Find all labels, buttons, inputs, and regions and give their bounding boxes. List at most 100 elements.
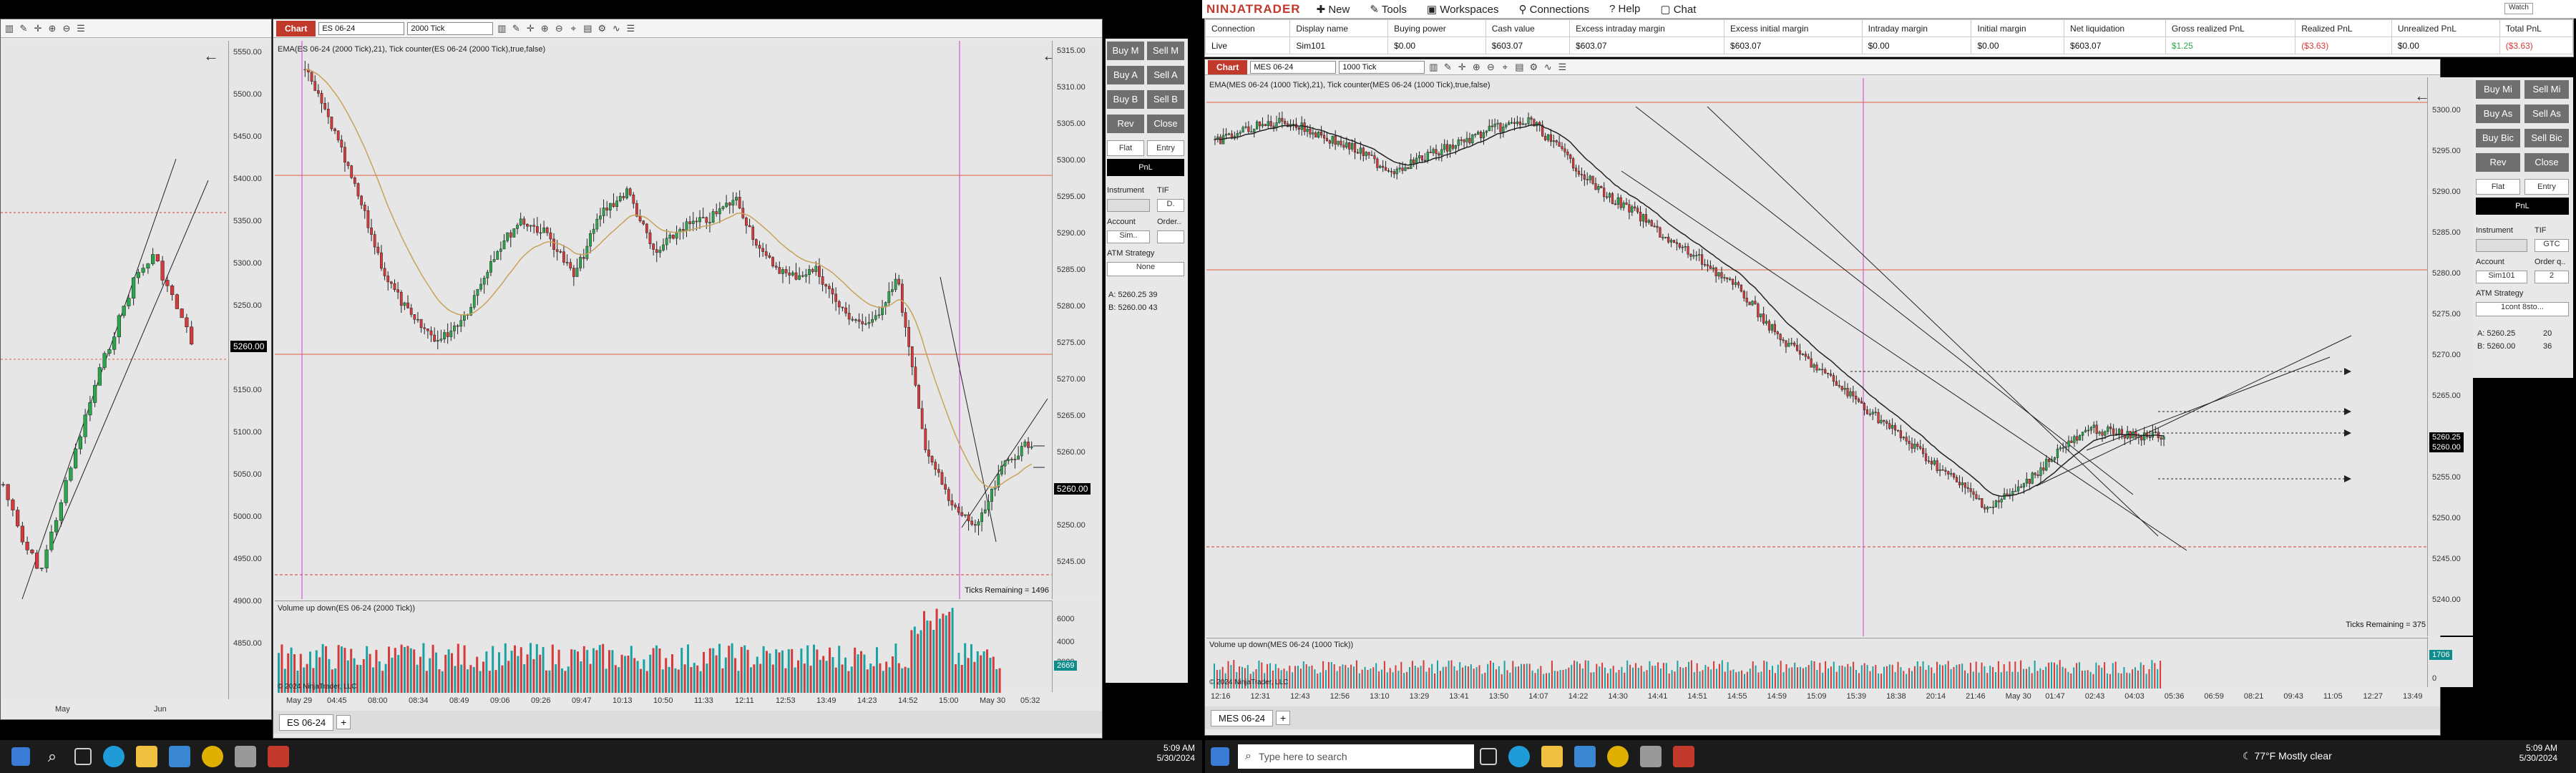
account-column-header[interactable]: Unrealized PnL bbox=[2391, 19, 2500, 37]
zoom-out-icon[interactable]: ⊖ bbox=[553, 23, 565, 34]
account-column-header[interactable]: Excess initial margin bbox=[1724, 19, 1863, 37]
account-selector[interactable]: Sim101 bbox=[2476, 271, 2527, 283]
weather-widget[interactable]: ☾ 77°F Mostly clear bbox=[2243, 750, 2332, 762]
ninjatrader-icon[interactable] bbox=[1673, 746, 1694, 767]
right-price-plot[interactable]: EMA(MES 06-24 (1000 Tick),21), Tick coun… bbox=[1206, 78, 2430, 636]
strategies-icon[interactable]: ⚙ bbox=[596, 23, 608, 34]
properties-icon[interactable]: ☰ bbox=[625, 23, 636, 34]
reverse-button[interactable]: Rev bbox=[1107, 115, 1144, 133]
templates-icon[interactable]: ▤ bbox=[1513, 62, 1525, 73]
bar-type-icon[interactable]: ▥ bbox=[4, 23, 15, 34]
indicators-icon[interactable]: ∿ bbox=[1542, 62, 1553, 73]
instrument-field[interactable] bbox=[2476, 239, 2527, 252]
crosshair-icon[interactable]: ✛ bbox=[525, 23, 536, 34]
properties-icon[interactable]: ☰ bbox=[1556, 62, 1568, 73]
chart-tab[interactable]: Chart bbox=[276, 20, 316, 37]
account-column-header[interactable]: Total PnL bbox=[2499, 19, 2574, 37]
order-qty-field[interactable] bbox=[1157, 230, 1184, 243]
task-view-icon[interactable] bbox=[74, 748, 92, 765]
interval-selector[interactable]: 1000 Tick bbox=[1339, 60, 1425, 74]
task-view-icon[interactable] bbox=[1480, 748, 1497, 765]
account-cell[interactable]: $603.07 bbox=[2064, 37, 2166, 54]
zoom-out-icon[interactable]: ⊖ bbox=[1485, 62, 1496, 73]
account-cell[interactable]: $603.07 bbox=[1724, 37, 1863, 54]
account-column-header[interactable]: Net liquidation bbox=[2064, 19, 2166, 37]
account-cell[interactable]: ($3.63) bbox=[2295, 37, 2392, 54]
zoom-in-icon[interactable]: ⊕ bbox=[1470, 62, 1482, 73]
account-column-header[interactable]: Excess intraday margin bbox=[1569, 19, 1725, 37]
watch-button[interactable]: Watch bbox=[2504, 3, 2533, 14]
mid-price-plot[interactable]: EMA(ES 06-24 (2000 Tick),21), Tick count… bbox=[275, 41, 1058, 599]
ninjatrader-icon[interactable] bbox=[268, 746, 289, 767]
atm-selector[interactable]: 1cont 8sto... bbox=[2476, 302, 2569, 316]
crosshair-icon[interactable]: ✛ bbox=[1456, 62, 1468, 73]
crosshair-icon[interactable]: ✛ bbox=[32, 23, 44, 34]
account-cell[interactable]: $0.00 bbox=[1861, 37, 1972, 54]
buy-bid-button[interactable]: Buy Bic bbox=[2476, 129, 2520, 147]
account-column-header[interactable]: Intraday margin bbox=[1861, 19, 1972, 37]
strategies-icon[interactable]: ⚙ bbox=[1528, 62, 1539, 73]
bar-type-icon[interactable]: ▥ bbox=[1428, 62, 1439, 73]
file-explorer-icon[interactable] bbox=[136, 746, 157, 767]
instrument-selector[interactable]: ES 06-24 bbox=[318, 21, 405, 35]
store-icon[interactable] bbox=[169, 746, 190, 767]
interval-selector[interactable]: 2000 Tick bbox=[407, 21, 494, 35]
account-column-header[interactable]: Display name bbox=[1289, 19, 1389, 37]
menu-connections[interactable]: ⚲ Connections bbox=[1518, 3, 1589, 16]
search-icon[interactable]: ⌕ bbox=[42, 746, 63, 767]
file-explorer-icon[interactable] bbox=[1541, 746, 1563, 767]
chrome-icon[interactable] bbox=[202, 746, 223, 767]
sell-bid-button[interactable]: Sell B bbox=[1147, 90, 1184, 109]
account-cell[interactable]: Sim101 bbox=[1289, 37, 1389, 54]
mid-price-axis[interactable]: 5315.00 5310.00 5305.00 5300.00 5295.00 5290.… bbox=[1052, 41, 1101, 599]
templates-icon[interactable]: ▤ bbox=[582, 23, 593, 34]
account-cell[interactable]: $1.25 bbox=[2165, 37, 2296, 54]
zoom-in-icon[interactable]: ⊕ bbox=[539, 23, 550, 34]
right-volume-plot[interactable]: Volume up down(MES 06-24 (1000 Tick)) © … bbox=[1206, 638, 2427, 689]
draw-icon[interactable]: ✎ bbox=[18, 23, 29, 34]
account-column-header[interactable]: Cash value bbox=[1485, 19, 1571, 37]
bar-type-icon[interactable]: ▥ bbox=[496, 23, 507, 34]
account-column-header[interactable]: Initial margin bbox=[1971, 19, 2065, 37]
add-tab-button[interactable]: + bbox=[336, 715, 351, 729]
sell-ask-button[interactable]: Sell As bbox=[2524, 104, 2569, 123]
account-cell[interactable]: ($3.63) bbox=[2499, 37, 2574, 54]
draw-icon[interactable]: ✎ bbox=[510, 23, 522, 34]
account-cell[interactable]: Live bbox=[1204, 37, 1291, 54]
account-column-header[interactable]: Buying power bbox=[1387, 19, 1486, 37]
buy-ask-button[interactable]: Buy A bbox=[1107, 66, 1144, 84]
instrument-field[interactable] bbox=[1107, 199, 1150, 212]
reverse-button[interactable]: Rev bbox=[2476, 153, 2520, 172]
account-cell[interactable]: $603.07 bbox=[1569, 37, 1725, 54]
account-cell[interactable]: $0.00 bbox=[1971, 37, 2065, 54]
sell-market-button[interactable]: Sell M bbox=[1147, 42, 1184, 60]
account-cell[interactable]: $603.07 bbox=[1485, 37, 1571, 54]
chrome-icon[interactable] bbox=[1607, 746, 1629, 767]
windows-start-icon[interactable] bbox=[1211, 747, 1229, 766]
account-column-header[interactable]: Gross realized PnL bbox=[2165, 19, 2296, 37]
buy-market-button[interactable]: Buy M bbox=[1107, 42, 1144, 60]
left-price-axis[interactable]: 5550.00 5500.00 5450.00 5400.00 5350.00 5300.… bbox=[228, 41, 271, 699]
store-icon[interactable] bbox=[1574, 746, 1596, 767]
zoom-in-icon[interactable]: ⊕ bbox=[47, 23, 58, 34]
menu-new[interactable]: ✚ New bbox=[1317, 3, 1350, 16]
indicators-icon[interactable]: ∿ bbox=[610, 23, 622, 34]
draw-icon[interactable]: ✎ bbox=[1442, 62, 1453, 73]
tif-selector[interactable]: GTC bbox=[2534, 239, 2569, 252]
chart-tab-mes[interactable]: MES 06-24 bbox=[1211, 709, 1274, 726]
account-column-header[interactable]: Realized PnL bbox=[2295, 19, 2392, 37]
account-cell[interactable]: $0.00 bbox=[1387, 37, 1486, 54]
flat-button[interactable]: Flat bbox=[2476, 179, 2520, 195]
close-button[interactable]: Close bbox=[1147, 115, 1184, 133]
app-icon[interactable] bbox=[235, 746, 256, 767]
menu-chat[interactable]: ▢ Chat bbox=[1660, 3, 1696, 16]
buy-ask-button[interactable]: Buy As bbox=[2476, 104, 2520, 123]
add-tab-button[interactable]: + bbox=[1276, 711, 1291, 725]
edge-icon[interactable] bbox=[1508, 746, 1530, 767]
tif-selector[interactable]: D. bbox=[1157, 199, 1184, 212]
menu-tools[interactable]: ✎ Tools bbox=[1370, 3, 1407, 16]
chart-tab[interactable]: Chart bbox=[1208, 59, 1248, 74]
flat-button[interactable]: Flat bbox=[1107, 140, 1144, 156]
account-cell[interactable]: $0.00 bbox=[2391, 37, 2500, 54]
mid-volume-plot[interactable]: Volume up down(ES 06-24 (2000 Tick)) © 2… bbox=[275, 601, 1052, 693]
